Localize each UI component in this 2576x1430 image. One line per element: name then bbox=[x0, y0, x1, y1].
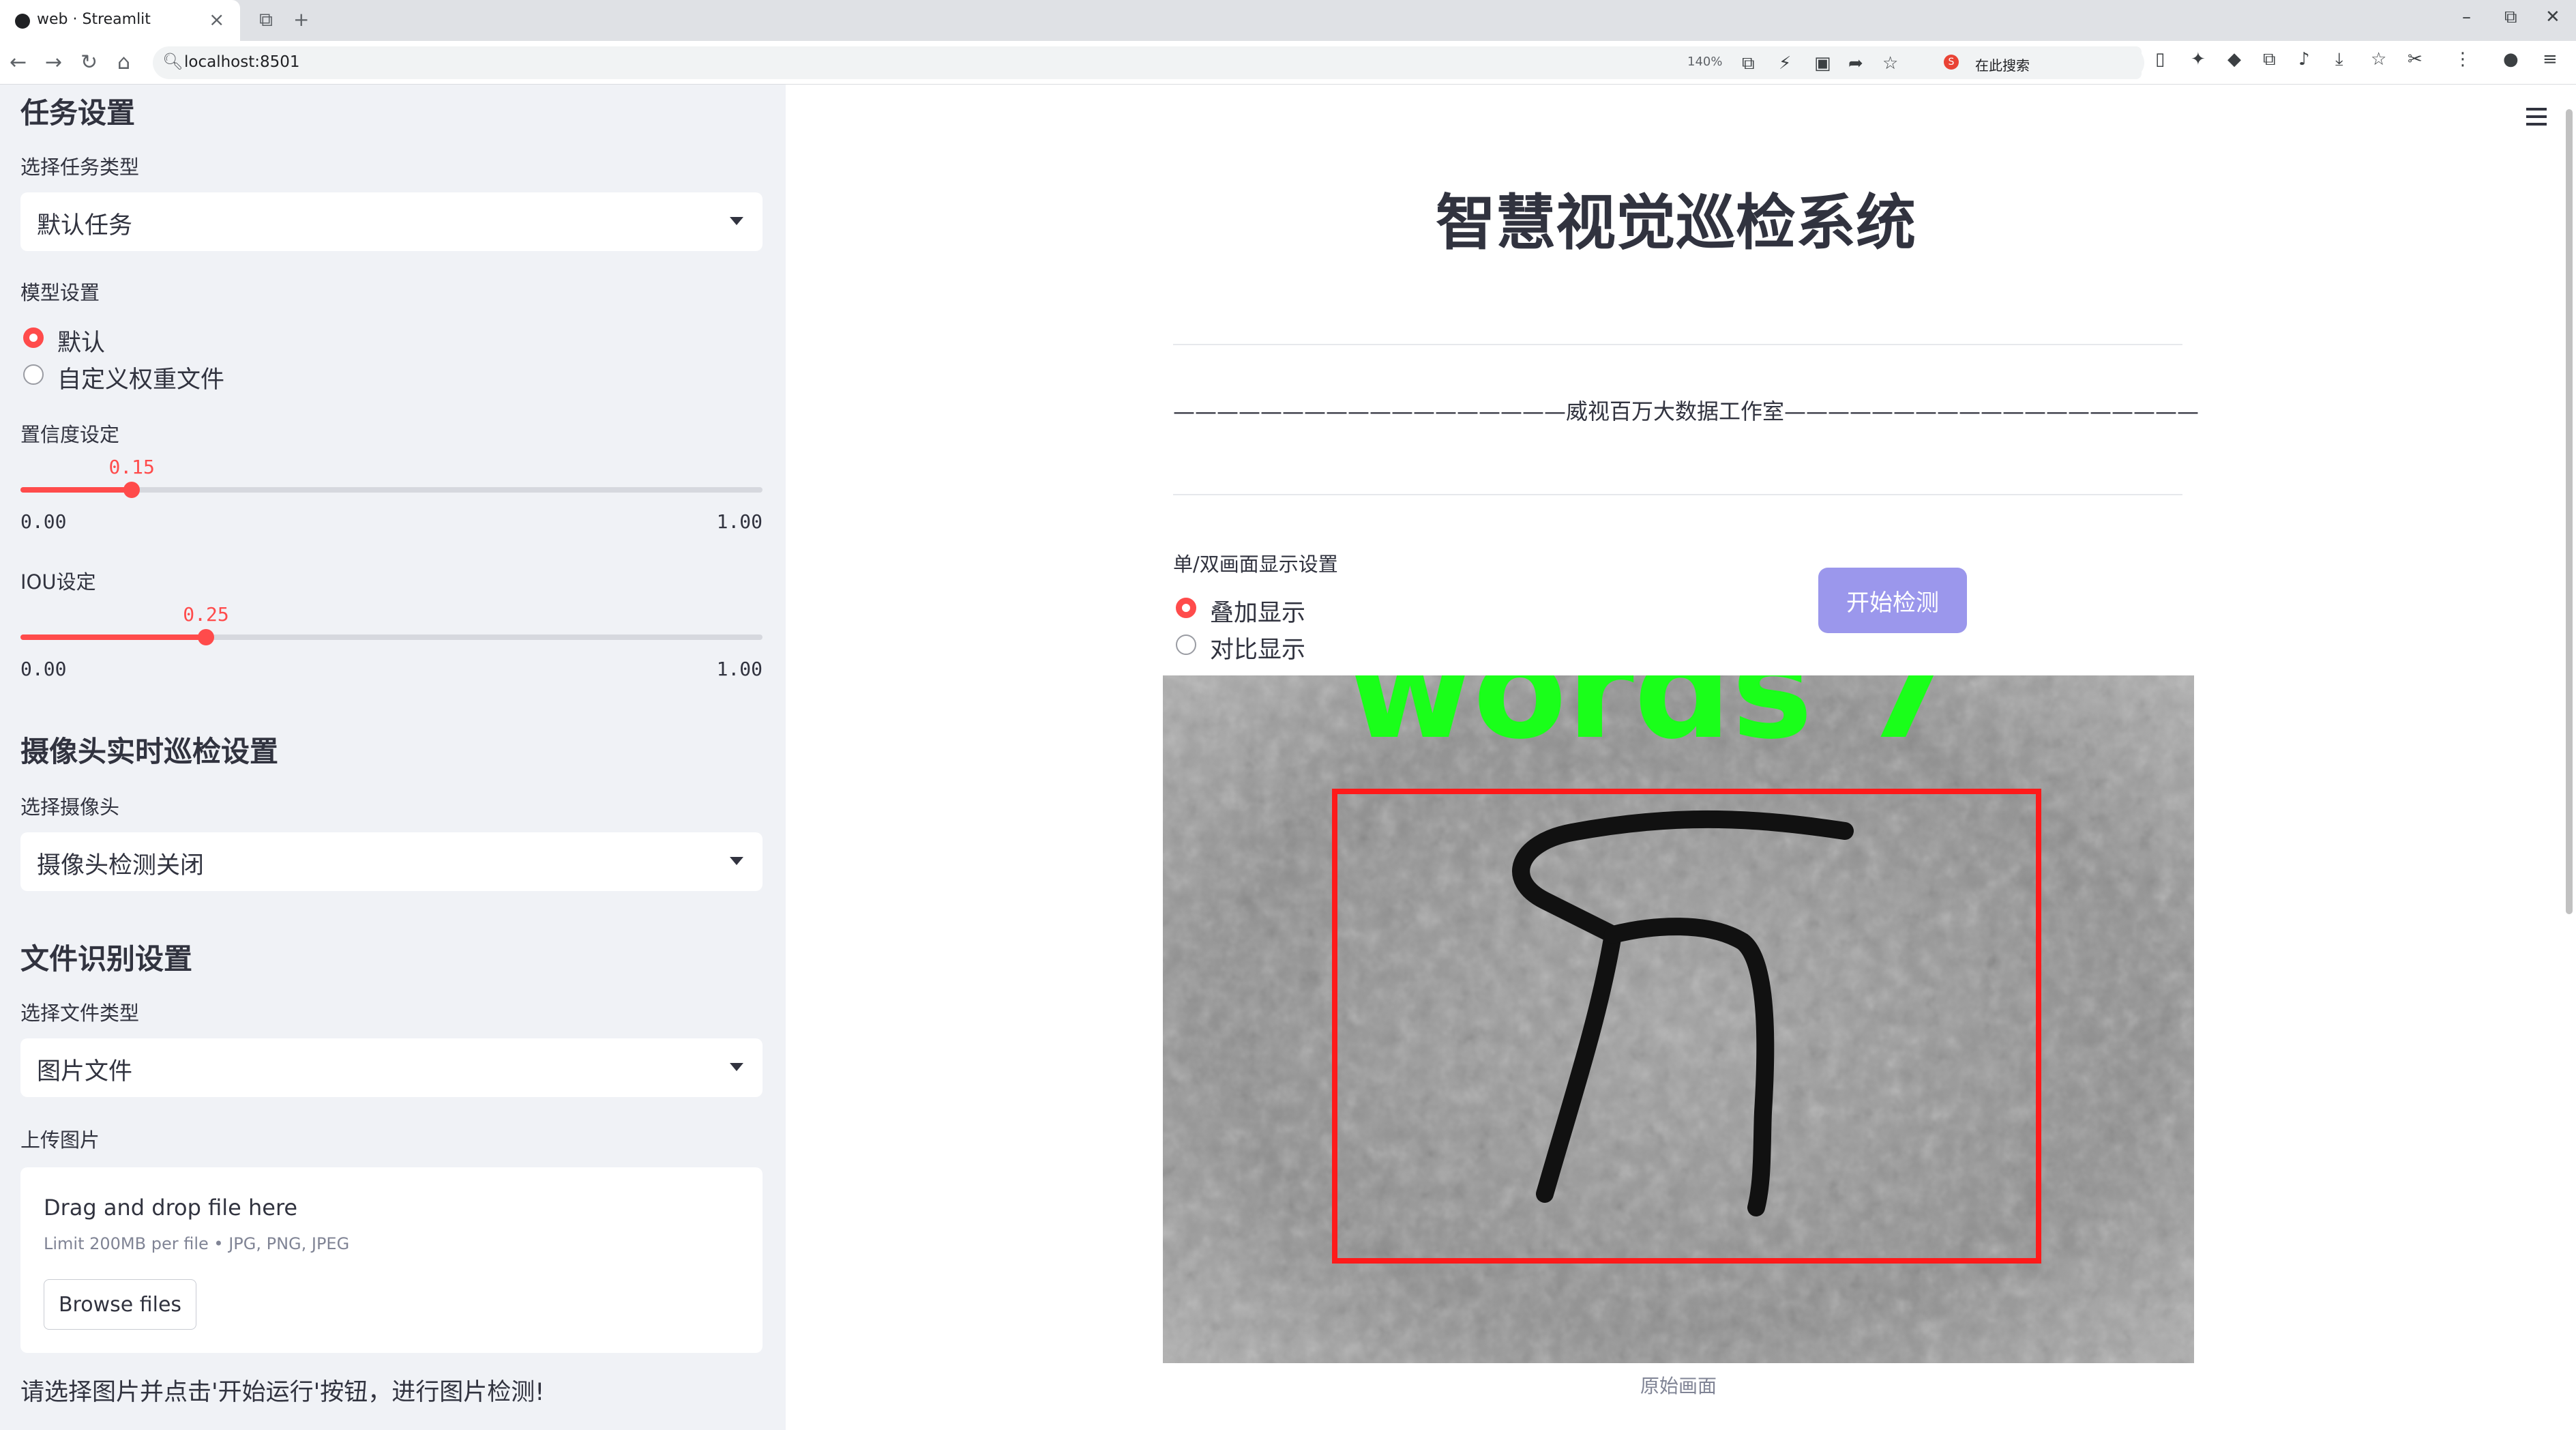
reload-icon[interactable]: ↻ bbox=[80, 50, 98, 74]
home-icon[interactable]: ⌂ bbox=[117, 50, 130, 74]
slider-min: 0.00 bbox=[20, 658, 67, 680]
tab-close-icon[interactable]: × bbox=[209, 8, 224, 31]
window-minimize-icon[interactable]: – bbox=[2462, 7, 2471, 27]
forward-icon[interactable]: → bbox=[45, 50, 62, 74]
search-engine-logo-icon[interactable]: S bbox=[1944, 55, 1959, 70]
scissors-icon[interactable]: ✂ bbox=[2408, 49, 2423, 70]
upload-label: 上传图片 bbox=[20, 1128, 100, 1152]
slider-fill bbox=[20, 487, 132, 493]
radio-unselected-icon[interactable] bbox=[23, 364, 44, 385]
main-content: 智慧视觉巡检系统 ——————————————————威视百万大数据工作室———… bbox=[786, 85, 2576, 1430]
detection-image: words 7 bbox=[1163, 675, 2194, 1363]
browse-files-button[interactable]: Browse files bbox=[44, 1279, 196, 1330]
sidebar: 任务设置 选择任务类型 默认任务 模型设置 默认 自定义权重文件 置信度设定 0… bbox=[0, 85, 786, 1430]
tab-title: web · Streamlit bbox=[37, 11, 151, 28]
image-caption: 原始画面 bbox=[1640, 1375, 1717, 1397]
extension-tiktok-icon[interactable]: ♪ bbox=[2298, 49, 2310, 70]
url-text[interactable]: localhost:8501 bbox=[184, 53, 300, 71]
camera-settings-heading: 摄像头实时巡检设置 bbox=[20, 735, 279, 768]
radio-label[interactable]: 自定义权重文件 bbox=[57, 360, 224, 395]
browser-tab-bar: web · Streamlit × ⧉ + – ⧉ ✕ bbox=[0, 0, 2576, 41]
search-placeholder[interactable]: 在此搜索 bbox=[1975, 55, 2030, 74]
page-title: 智慧视觉巡检系统 bbox=[1435, 188, 1916, 258]
slider-thumb[interactable] bbox=[198, 629, 214, 645]
slider-max: 1.00 bbox=[716, 510, 763, 533]
translate-icon[interactable]: ⧉ bbox=[1742, 53, 1755, 74]
camera-select-label: 选择摄像头 bbox=[20, 796, 120, 819]
browser-menu-icon[interactable]: ≡ bbox=[2543, 49, 2558, 70]
divider bbox=[1173, 344, 2182, 345]
share-icon[interactable]: ➦ bbox=[1848, 53, 1863, 74]
extension-ai-icon[interactable]: ✦ bbox=[2191, 49, 2206, 70]
task-type-select[interactable]: 默认任务 bbox=[20, 192, 763, 251]
file-type-label: 选择文件类型 bbox=[20, 1002, 140, 1025]
divider bbox=[1173, 494, 2182, 495]
radio-label[interactable]: 叠加显示 bbox=[1210, 594, 1305, 628]
file-settings-heading: 文件识别设置 bbox=[20, 942, 193, 976]
reading-mode-icon[interactable]: ▯ bbox=[2155, 49, 2165, 70]
upload-hint: 请选择图片并点击'开始运行'按钮，进行图片检测! bbox=[20, 1379, 545, 1406]
file-type-value[interactable]: 图片文件 bbox=[37, 1052, 132, 1087]
slider-fill bbox=[20, 634, 206, 640]
detection-image-canvas: words 7 bbox=[1163, 675, 2194, 1363]
window-restore-icon[interactable]: ⧉ bbox=[2504, 7, 2517, 28]
profile-avatar-icon[interactable]: ● bbox=[2503, 49, 2519, 70]
new-tab-icon[interactable]: + bbox=[293, 8, 309, 31]
window-close-icon[interactable]: ✕ bbox=[2545, 7, 2560, 27]
streamlit-favicon-icon bbox=[15, 14, 30, 29]
confidence-slider[interactable]: 0.15 0.00 1.00 bbox=[20, 456, 763, 533]
task-type-value[interactable]: 默认任务 bbox=[37, 206, 132, 241]
camera-select[interactable]: 摄像头检测关闭 bbox=[20, 832, 763, 891]
iou-slider[interactable]: 0.25 0.00 1.00 bbox=[20, 603, 763, 680]
chevron-down-icon[interactable] bbox=[730, 1063, 743, 1071]
tab-actions-icon[interactable]: ⧉ bbox=[259, 8, 273, 31]
browser-tab[interactable]: web · Streamlit × bbox=[0, 0, 240, 41]
back-icon[interactable]: ← bbox=[10, 50, 27, 74]
browser-toolbar: ← → ↻ ⌂ 🔍︎ localhost:8501 140% ⧉ ⚡︎ ▣ ➦ … bbox=[0, 41, 2576, 85]
task-settings-heading: 任务设置 bbox=[20, 96, 136, 130]
camera-select-value[interactable]: 摄像头检测关闭 bbox=[37, 846, 204, 881]
radio-selected-icon[interactable] bbox=[1176, 598, 1196, 618]
display-mode-label: 单/双画面显示设置 bbox=[1173, 553, 1338, 576]
studio-banner: ——————————————————威视百万大数据工作室————————————… bbox=[1173, 398, 2200, 424]
confidence-label: 置信度设定 bbox=[20, 423, 120, 446]
start-detection-button[interactable]: 开始检测 bbox=[1818, 568, 1967, 633]
favorites-icon[interactable]: ☆ bbox=[2371, 49, 2386, 70]
slider-min: 0.00 bbox=[20, 510, 67, 533]
search-engine-box[interactable]: S 在此搜索 bbox=[1937, 46, 2142, 79]
dropzone-instructions: Drag and drop file here bbox=[44, 1195, 298, 1221]
detection-label-text: words 7 bbox=[1347, 675, 1955, 770]
task-type-label: 选择任务类型 bbox=[20, 156, 140, 179]
iou-label: IOU设定 bbox=[20, 570, 96, 594]
bookmark-star-icon[interactable]: ☆ bbox=[1882, 53, 1898, 74]
more-menu-icon[interactable]: ⋮ bbox=[2454, 49, 2472, 70]
slider-thumb[interactable] bbox=[123, 482, 140, 498]
radio-label[interactable]: 默认 bbox=[57, 323, 105, 358]
file-dropzone[interactable]: Drag and drop file here Limit 200MB per … bbox=[20, 1167, 763, 1353]
hamburger-menu-icon[interactable] bbox=[2523, 105, 2551, 128]
confidence-value: 0.15 bbox=[108, 456, 155, 478]
radio-selected-icon[interactable] bbox=[23, 327, 44, 348]
download-icon[interactable]: ⤓ bbox=[2335, 49, 2343, 70]
radio-label[interactable]: 对比显示 bbox=[1210, 630, 1305, 665]
extension-cube-icon[interactable]: ◆ bbox=[2227, 49, 2241, 70]
iou-value: 0.25 bbox=[183, 603, 229, 626]
radio-unselected-icon[interactable] bbox=[1176, 634, 1196, 655]
chevron-down-icon[interactable] bbox=[730, 217, 743, 225]
slider-track[interactable] bbox=[20, 634, 763, 640]
file-type-select[interactable]: 图片文件 bbox=[20, 1038, 763, 1097]
scrollbar[interactable] bbox=[2566, 109, 2573, 914]
dropzone-limit: Limit 200MB per file • JPG, PNG, JPEG bbox=[44, 1234, 350, 1253]
screenshot-icon[interactable]: ▣ bbox=[1814, 53, 1831, 74]
zoom-level[interactable]: 140% bbox=[1687, 55, 1722, 69]
slider-max: 1.00 bbox=[716, 658, 763, 680]
lightning-icon[interactable]: ⚡︎ bbox=[1779, 53, 1791, 74]
site-info-icon[interactable]: 🔍︎ bbox=[162, 52, 183, 71]
extension-translate-icon[interactable]: ⧉ bbox=[2263, 49, 2276, 70]
chevron-down-icon[interactable] bbox=[730, 857, 743, 865]
address-bar[interactable]: 🔍︎ localhost:8501 140% ⧉ ⚡︎ ▣ ➦ ☆ bbox=[153, 46, 2144, 79]
model-settings-label: 模型设置 bbox=[20, 281, 100, 304]
